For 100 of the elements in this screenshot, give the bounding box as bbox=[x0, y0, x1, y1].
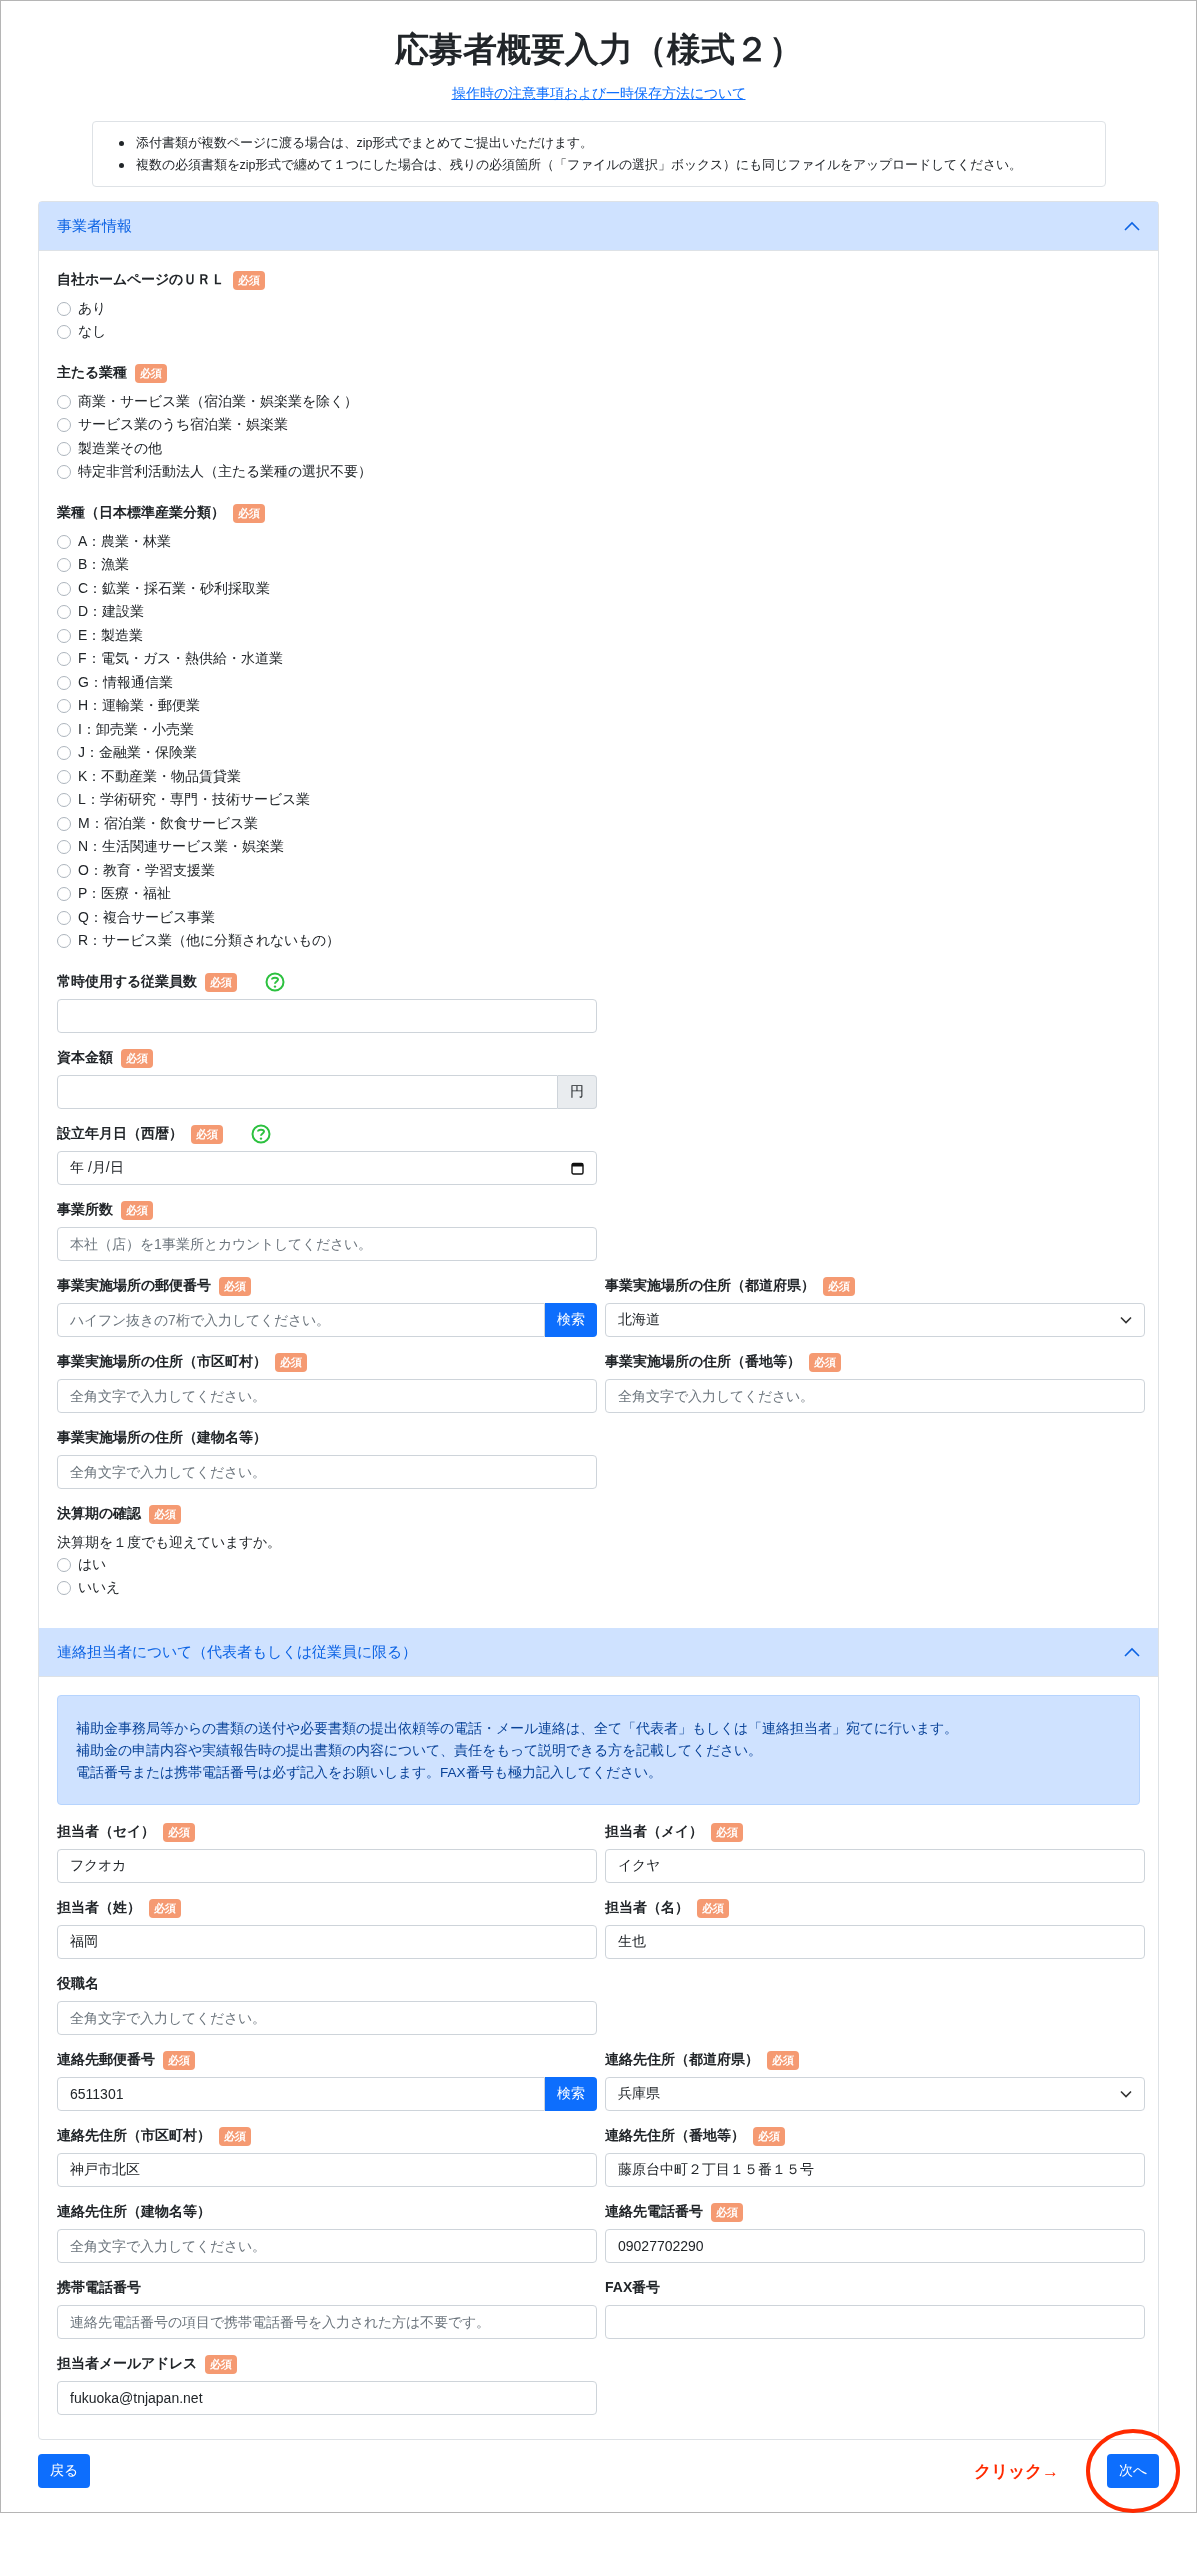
option-label[interactable]: なし bbox=[78, 323, 106, 342]
input-field[interactable]: fukuoka@tnjapan.net bbox=[57, 2381, 597, 2415]
input-field[interactable] bbox=[605, 2305, 1145, 2339]
option-label[interactable]: いいえ bbox=[78, 1579, 120, 1598]
help-icon[interactable] bbox=[251, 1124, 271, 1144]
required-badge: 必須 bbox=[233, 270, 265, 290]
select-field[interactable]: 北海道 bbox=[605, 1303, 1145, 1337]
required-badge: 必須 bbox=[163, 1822, 195, 1842]
option-label[interactable]: A：農業・林業 bbox=[78, 532, 172, 551]
input-field[interactable] bbox=[57, 999, 597, 1033]
field-label: 資本金額 bbox=[57, 1049, 113, 1067]
option-label[interactable]: N：生活関連サービス業・娯楽業 bbox=[78, 838, 285, 857]
section-header[interactable]: 事業者情報 bbox=[39, 202, 1158, 251]
notice-text: 複数の必須書類をzip形式で纏めて１つにした場合は、残りの必須箇所（「ファイルの選択」ボックス）にも同じファイルをアップロードしてください。 bbox=[135, 157, 1023, 174]
option-label[interactable]: O：教育・学習支援業 bbox=[78, 861, 215, 880]
required-badge: 必須 bbox=[135, 363, 167, 383]
bullet-icon bbox=[118, 162, 124, 168]
field-label: 業種（日本標準産業分類） bbox=[57, 504, 225, 522]
option-label[interactable]: はい bbox=[78, 1555, 106, 1574]
option-label[interactable]: Q：複合サービス事業 bbox=[78, 908, 215, 927]
required-badge: 必須 bbox=[219, 2126, 251, 2146]
field-label: 事業実施場所の住所（都道府県） bbox=[605, 1277, 815, 1295]
required-badge: 必須 bbox=[767, 2050, 799, 2070]
input-field[interactable]: 生也 bbox=[605, 1925, 1145, 1959]
option-label[interactable]: あり bbox=[78, 299, 106, 318]
input-field[interactable]: 藤原台中町２丁目１５番１５号 bbox=[605, 2153, 1145, 2187]
search-button[interactable]: 検索 bbox=[545, 1303, 597, 1337]
input-field[interactable]: 全角文字で入力してください。 bbox=[57, 1455, 597, 1489]
info-text: 補助金事務局等からの書類の送付や必要書類の提出依頼等の電話・メール連絡は、全て「代表者」もしくは「連絡担当者」宛てに行います。 bbox=[76, 1720, 959, 1738]
option-label[interactable]: M：宿泊業・飲食サービス業 bbox=[78, 814, 258, 833]
option-label[interactable]: 特定非営利活動法人（主たる業種の選択不要） bbox=[78, 463, 372, 482]
calendar-icon[interactable] bbox=[571, 1161, 584, 1175]
field-label: 事業所数 bbox=[57, 1201, 113, 1219]
field-label: 担当者メールアドレス bbox=[57, 2355, 197, 2373]
required-badge: 必須 bbox=[219, 1276, 251, 1296]
next-button[interactable]: 次へ bbox=[1107, 2454, 1159, 2488]
required-badge: 必須 bbox=[149, 1504, 181, 1524]
page-title: 応募者概要入力（様式２） bbox=[393, 29, 804, 70]
option-label[interactable]: P：医療・福祉 bbox=[78, 885, 172, 904]
back-button[interactable]: 戻る bbox=[38, 2454, 90, 2488]
chevron-icon bbox=[1124, 221, 1140, 231]
field-label: 担当者（姓） bbox=[57, 1899, 141, 1917]
option-label[interactable]: G：情報通信業 bbox=[78, 673, 173, 692]
required-badge: 必須 bbox=[191, 1124, 223, 1144]
field-label: 常時使用する従業員数 bbox=[57, 973, 197, 991]
option-label[interactable]: H：運輸業・郵便業 bbox=[78, 697, 201, 716]
option-label[interactable]: F：電気・ガス・熱供給・水道業 bbox=[78, 650, 283, 669]
option-label[interactable]: B：漁業 bbox=[78, 556, 130, 575]
input-field[interactable]: 本社（店）を1事業所とカウントしてください。 bbox=[57, 1227, 597, 1261]
required-badge: 必須 bbox=[149, 1898, 181, 1918]
select-field[interactable]: 兵庫県 bbox=[605, 2077, 1145, 2111]
input-field[interactable]: 全角文字で入力してください。 bbox=[57, 1379, 597, 1413]
required-badge: 必須 bbox=[697, 1898, 729, 1918]
field-label: 連絡先住所（番地等） bbox=[605, 2127, 745, 2145]
input-field[interactable]: 全角文字で入力してください。 bbox=[605, 1379, 1145, 1413]
input-field[interactable]: 09027702290 bbox=[605, 2229, 1145, 2263]
input-field[interactable]: イクヤ bbox=[605, 1849, 1145, 1883]
field-label: 事業実施場所の住所（番地等） bbox=[605, 1353, 801, 1371]
field-label: 連絡先住所（都道府県） bbox=[605, 2051, 759, 2069]
option-label[interactable]: サービス業のうち宿泊業・娯楽業 bbox=[78, 416, 288, 435]
option-label[interactable]: E：製造業 bbox=[78, 626, 144, 645]
section-header[interactable]: 連絡担当者について（代表者もしくは従業員に限る） bbox=[39, 1628, 1158, 1677]
date-field[interactable]: 年 /月/日 bbox=[57, 1151, 597, 1185]
option-label[interactable]: I：卸売業・小売業 bbox=[78, 720, 194, 739]
guide-link[interactable]: 操作時の注意事項および一時保存方法について bbox=[451, 85, 746, 103]
notice-text: 添付書類が複数ページに渡る場合は、zip形式でまとめてご提出いただけます。 bbox=[135, 135, 594, 152]
option-label[interactable]: 製造業その他 bbox=[78, 439, 162, 458]
input-field[interactable]: 6511301 bbox=[57, 2077, 545, 2111]
field-label: 担当者（セイ） bbox=[57, 1823, 155, 1841]
help-icon[interactable] bbox=[265, 972, 285, 992]
chevron-down-icon bbox=[1120, 1316, 1132, 1324]
option-label[interactable]: D：建設業 bbox=[78, 603, 145, 622]
field-label: 担当者（メイ） bbox=[605, 1823, 703, 1841]
required-badge: 必須 bbox=[809, 1352, 841, 1372]
input-field[interactable]: 神戸市北区 bbox=[57, 2153, 597, 2187]
input-field[interactable]: ハイフン抜きの7桁で入力してください。 bbox=[57, 1303, 545, 1337]
required-badge: 必須 bbox=[753, 2126, 785, 2146]
required-badge: 必須 bbox=[121, 1048, 153, 1068]
field-label: 自社ホームページのＵＲＬ bbox=[57, 271, 225, 289]
field-label: 連絡先電話番号 bbox=[605, 2203, 703, 2221]
required-badge: 必須 bbox=[205, 2354, 237, 2374]
input-field[interactable]: フクオカ bbox=[57, 1849, 597, 1883]
input-field[interactable]: 連絡先電話番号の項目で携帯電話番号を入力された方は不要です。 bbox=[57, 2305, 597, 2339]
field-label: 主たる業種 bbox=[57, 364, 127, 382]
info-text: 補助金の申請内容や実績報告時の提出書類の内容について、責任をもって説明できる方を記載してください。 bbox=[76, 1742, 763, 1760]
input-field[interactable]: 全角文字で入力してください。 bbox=[57, 2001, 597, 2035]
input-field[interactable]: 全角文字で入力してください。 bbox=[57, 2229, 597, 2263]
option-label[interactable]: C：鉱業・採石業・砂利採取業 bbox=[78, 579, 271, 598]
option-label[interactable]: J：金融業・保険業 bbox=[78, 744, 197, 763]
option-label[interactable]: 商業・サービス業（宿泊業・娯楽業を除く） bbox=[78, 392, 358, 411]
field-label: 役職名 bbox=[57, 1975, 99, 1993]
unit-addon: 円 bbox=[558, 1075, 597, 1109]
option-label[interactable]: K：不動産業・物品賃貸業 bbox=[78, 767, 242, 786]
input-field[interactable]: 福岡 bbox=[57, 1925, 597, 1959]
option-label[interactable]: R：サービス業（他に分類されないもの） bbox=[78, 932, 341, 951]
chevron-icon bbox=[1124, 1647, 1140, 1657]
option-label[interactable]: L：学術研究・専門・技術サービス業 bbox=[78, 791, 310, 810]
search-button[interactable]: 検索 bbox=[545, 2077, 597, 2111]
input-field[interactable] bbox=[57, 1075, 558, 1109]
field-label: 連絡先住所（建物名等） bbox=[57, 2203, 211, 2221]
